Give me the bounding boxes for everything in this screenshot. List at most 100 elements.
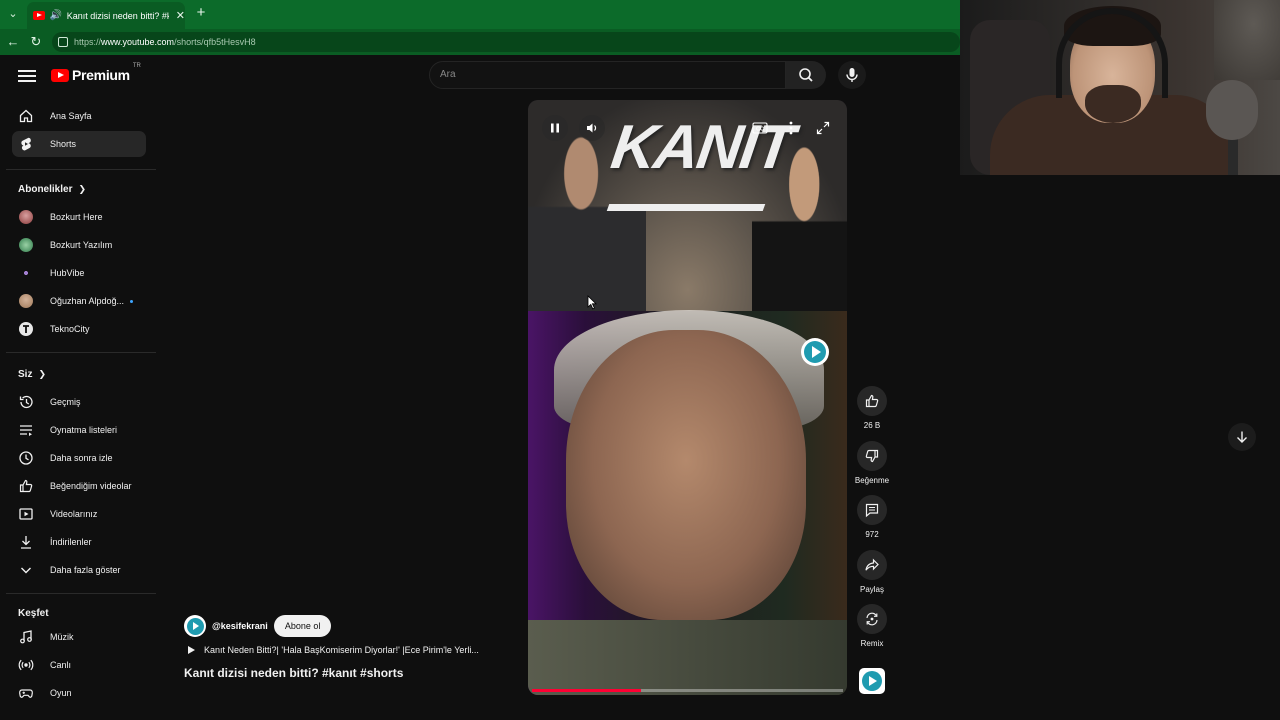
play-icon — [188, 646, 195, 654]
sidebar-item-playlists[interactable]: Oynatma listeleri — [12, 417, 146, 443]
sidebar-item-live[interactable]: Canlı — [12, 652, 146, 678]
svg-text:CC: CC — [756, 126, 764, 132]
webcam-overlay — [960, 0, 1280, 175]
sidebar-item-home[interactable]: Ana Sayfa — [12, 103, 146, 129]
sidebar-item-label: Shorts — [50, 139, 77, 149]
your-videos-icon — [18, 506, 34, 522]
subscription-item[interactable]: TeknoCity — [12, 316, 146, 342]
url-field[interactable]: https://www.youtube.com/shorts/qfb5tHesv… — [52, 32, 960, 52]
chevron-right-icon: ❯ — [78, 184, 87, 194]
tab-list-chevron-icon[interactable]: ⌄ — [4, 5, 22, 23]
subscriptions-heading[interactable]: Abonelikler ❯ — [18, 184, 86, 195]
search-button[interactable] — [786, 61, 826, 89]
remix-button[interactable] — [857, 604, 887, 634]
dislike-button[interactable] — [857, 441, 887, 471]
sidebar-item-label: Ana Sayfa — [50, 111, 92, 121]
sound-thumbnail[interactable] — [859, 668, 885, 694]
sidebar-item-watch-later[interactable]: Daha sonra izle — [12, 445, 146, 471]
fullscreen-button[interactable] — [815, 120, 831, 136]
fullscreen-icon — [816, 121, 830, 135]
thumbs-up-icon — [865, 394, 879, 408]
channel-avatar[interactable] — [184, 615, 206, 637]
channel-row: @kesifekrani Abone ol — [184, 615, 332, 637]
shorts-video-player[interactable]: KANIT CC — [528, 100, 847, 695]
youtube-premium-logo[interactable]: Premium TR — [51, 63, 141, 83]
like-count: 26 B — [863, 421, 881, 430]
subscription-item[interactable]: Oğuzhan Alpdoğ... — [12, 288, 146, 314]
more-options-button[interactable] — [784, 120, 798, 136]
sidebar-item-history[interactable]: Geçmiş — [12, 389, 146, 415]
voice-search-button[interactable] — [838, 61, 866, 89]
site-info-icon[interactable] — [58, 37, 68, 47]
pause-button[interactable] — [542, 115, 568, 141]
channel-avatar — [19, 294, 33, 308]
sidebar-item-label: Oynatma listeleri — [50, 425, 118, 435]
channel-avatar — [19, 266, 33, 280]
sidebar-item-show-more[interactable]: Daha fazla göster — [12, 557, 146, 583]
sidebar-item-label: Canlı — [50, 660, 72, 670]
sidebar-item-downloads[interactable]: İndirilenler — [12, 529, 146, 555]
browser-tab-active[interactable]: 🔊 Kanıt dizisi neden bitti? #kanı ✕ — [27, 2, 185, 29]
pause-icon — [551, 123, 559, 133]
subscription-item[interactable]: HubVibe — [12, 260, 146, 286]
channel-avatar — [19, 322, 33, 336]
sidebar-item-label: Geçmiş — [50, 397, 81, 407]
logo-country-code: TR — [132, 63, 141, 69]
like-action[interactable]: 26 B — [850, 386, 894, 430]
short-title: Kanıt dizisi neden bitti? #kanıt #shorts — [184, 666, 404, 680]
shorts-icon — [18, 136, 34, 152]
comments-button[interactable] — [857, 495, 887, 525]
sidebar-item-shorts[interactable]: Shorts — [12, 131, 146, 157]
downloads-icon — [18, 534, 34, 550]
video-top-frame: KANIT — [528, 100, 847, 311]
sidebar-item-music[interactable]: Müzik — [12, 624, 146, 650]
volume-button[interactable] — [579, 115, 605, 141]
youtube-logo-icon — [51, 68, 69, 82]
sidebar-item-your-videos[interactable]: Videolarınız — [12, 501, 146, 527]
new-content-dot — [130, 299, 134, 303]
video-progress-bar[interactable] — [532, 689, 843, 692]
subscription-item[interactable]: Bozkurt Here — [12, 204, 146, 230]
remix-action[interactable]: Remix — [850, 604, 894, 648]
new-tab-plus-icon[interactable]: + — [193, 5, 209, 21]
youtube-favicon-icon — [33, 11, 45, 20]
home-icon — [18, 108, 34, 124]
dislike-label: Beğenme — [854, 476, 890, 485]
share-button[interactable] — [857, 550, 887, 580]
video-person-face — [566, 330, 806, 620]
studio-microphone — [1206, 80, 1258, 140]
share-label: Paylaş — [859, 585, 884, 594]
sidebar-divider — [6, 352, 156, 353]
search-icon — [799, 68, 813, 82]
sidebar-item-label: Oyun — [50, 688, 72, 698]
subscription-item[interactable]: Bozkurt Yazılım — [12, 232, 146, 258]
hamburger-menu-icon[interactable] — [18, 67, 36, 85]
related-video-link[interactable]: Kanıt Neden Bitti?| 'Hala BaşKomiserim D… — [186, 645, 479, 655]
subscribe-button[interactable]: Abone ol — [273, 615, 332, 637]
live-icon — [18, 657, 34, 673]
comment-icon — [865, 503, 879, 518]
channel-handle[interactable]: @kesifekrani — [212, 621, 268, 631]
back-arrow-icon[interactable]: ← — [4, 33, 22, 51]
logo-brand-text: Premium — [72, 67, 130, 83]
share-icon — [865, 558, 879, 571]
sidebar-item-liked-videos[interactable]: Beğendiğim videolar — [12, 473, 146, 499]
speaker-icon[interactable]: 🔊 — [50, 10, 62, 22]
you-heading[interactable]: Siz ❯ — [18, 369, 46, 380]
next-video-button[interactable] — [1228, 423, 1256, 451]
more-vertical-icon — [789, 121, 793, 135]
like-button[interactable] — [857, 386, 887, 416]
liked-videos-icon — [18, 478, 34, 494]
sidebar: Ana Sayfa Shorts Abonelikler ❯ Bozkurt He… — [0, 99, 160, 720]
reload-icon[interactable]: ↻ — [27, 33, 45, 51]
share-action[interactable]: Paylaş — [850, 550, 894, 594]
dislike-action[interactable]: Beğenme — [850, 441, 894, 485]
thumbs-down-icon — [865, 449, 879, 463]
tab-close-icon[interactable]: ✕ — [176, 9, 185, 22]
search-input[interactable]: Ara — [429, 61, 786, 89]
captions-button[interactable]: CC — [751, 120, 769, 136]
volume-icon — [587, 123, 597, 133]
watch-later-icon — [18, 450, 34, 466]
sidebar-item-gaming[interactable]: Oyun — [12, 680, 146, 706]
comments-action[interactable]: 972 — [850, 495, 894, 539]
